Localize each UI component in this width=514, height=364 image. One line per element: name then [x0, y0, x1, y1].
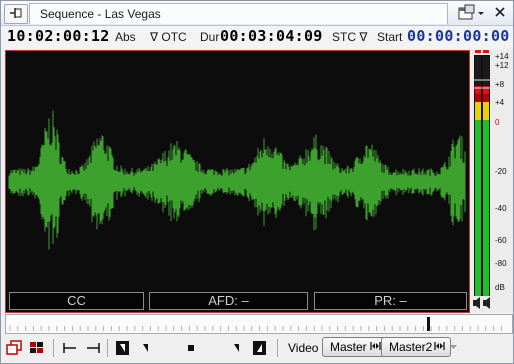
- go-to-start-icon: [63, 343, 76, 353]
- stop-button[interactable]: [182, 339, 200, 357]
- meter-tick-plus4: +4: [495, 98, 505, 107]
- link-icon: [434, 342, 445, 350]
- duration-timecode[interactable]: 00:03:04:09: [220, 27, 323, 45]
- toolbar-separator: [277, 339, 278, 357]
- grid-view-button[interactable]: [28, 339, 46, 357]
- pr-status: PR: –: [314, 292, 467, 310]
- meter-tick-minus80: -80: [495, 259, 507, 268]
- otc-dropdown[interactable]: ∇ OTC: [150, 30, 187, 44]
- step-back-icon: [143, 344, 148, 352]
- pin-icon: [10, 8, 22, 18]
- grid-icon: [30, 342, 43, 353]
- audio-monitor[interactable]: CC AFD: – PR: –: [5, 50, 470, 313]
- meter-tick-minus20: -20: [495, 167, 507, 176]
- stop-icon: [188, 345, 194, 351]
- waveform-trace: [8, 110, 466, 250]
- meter-tick-plus12: +12: [495, 61, 509, 70]
- window-menu-icon: [458, 4, 484, 20]
- step-forward-icon: [234, 344, 239, 352]
- master2-track-label: Master2: [389, 340, 433, 354]
- go-to-end-icon: [87, 343, 100, 353]
- timeline-ticks: [9, 326, 502, 331]
- meter-tick-plus8: +8: [495, 80, 505, 89]
- window-title: Sequence - Las Vegas: [40, 7, 161, 21]
- audio-level-meter: +14 +12 +8 +4 0 -20 -40 -60 -80 dB: [471, 50, 513, 312]
- toolbar-separator: [53, 339, 54, 357]
- source-record-button[interactable]: [5, 339, 23, 357]
- close-button[interactable]: [493, 5, 507, 19]
- start-label[interactable]: Start: [377, 30, 402, 44]
- step-forward-button[interactable]: [228, 339, 246, 357]
- pin-button[interactable]: [4, 4, 28, 24]
- sequence-window: Sequence - Las Vegas 10:02:00:12 Abs ∇ O…: [0, 0, 514, 364]
- meter-tick-minus40: -40: [495, 204, 507, 213]
- window-menu-button[interactable]: [456, 4, 488, 22]
- title-tab[interactable]: Sequence - Las Vegas: [29, 3, 448, 24]
- go-to-end-button[interactable]: [84, 339, 102, 357]
- go-to-start-button[interactable]: [61, 339, 79, 357]
- start-timecode[interactable]: 00:00:00:00: [407, 27, 510, 45]
- close-icon: [495, 7, 505, 17]
- overflow-chevron-icon[interactable]: [449, 343, 458, 352]
- meter-bar: [474, 50, 490, 296]
- mark-in-icon: [116, 341, 129, 355]
- meter-unit-db: dB: [495, 283, 505, 292]
- audio-waveform: [8, 110, 466, 250]
- master2-track-button[interactable]: Master2: [381, 337, 451, 357]
- timecode-bar: 10:02:00:12 Abs ∇ OTC Dur 00:03:04:09 ST…: [1, 26, 513, 48]
- position-bar[interactable]: [5, 314, 513, 334]
- master-track-label: Master: [330, 340, 367, 354]
- title-bar: Sequence - Las Vegas: [1, 1, 513, 26]
- cc-status: CC: [9, 292, 144, 310]
- meter-tick-0: 0: [495, 118, 500, 127]
- speaker-icon: [473, 297, 490, 309]
- master-track-button[interactable]: Master: [322, 337, 387, 357]
- mark-in-button[interactable]: [114, 339, 132, 357]
- abs-timecode[interactable]: 10:02:00:12: [7, 27, 110, 45]
- stc-dropdown[interactable]: STC ∇: [332, 30, 367, 44]
- mark-out-icon: [253, 341, 266, 355]
- meter-tick-minus60: -60: [495, 236, 507, 245]
- abs-label[interactable]: Abs: [115, 30, 136, 44]
- bottom-toolbar: Video Master Master2: [1, 335, 513, 361]
- step-back-button[interactable]: [137, 339, 155, 357]
- mark-out-button[interactable]: [251, 339, 269, 357]
- source-record-icon: [6, 340, 22, 355]
- toolbar-separator: [107, 339, 108, 357]
- afd-status: AFD: –: [149, 292, 308, 310]
- dur-label[interactable]: Dur: [200, 30, 219, 44]
- link-icon: [370, 342, 381, 350]
- playhead[interactable]: [427, 317, 430, 331]
- video-track-label[interactable]: Video: [288, 341, 318, 355]
- mute-button[interactable]: [472, 296, 494, 310]
- meter-tick-plus14: +14: [495, 52, 509, 61]
